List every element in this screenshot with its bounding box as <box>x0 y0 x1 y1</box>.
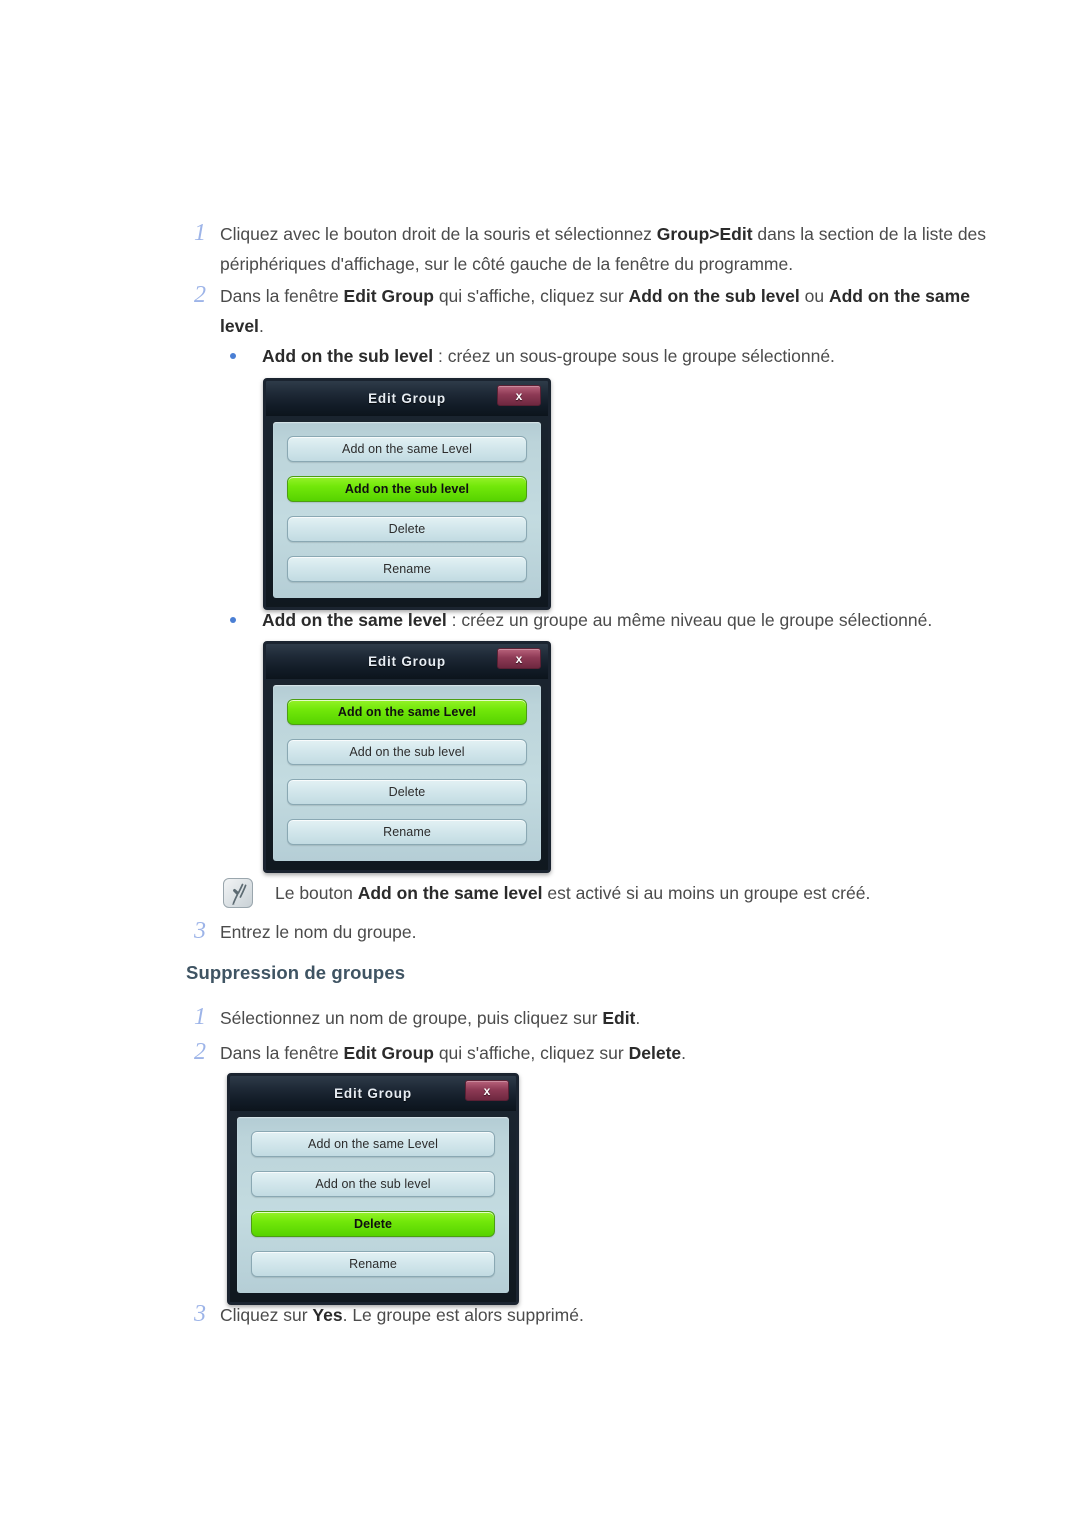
close-label: x <box>515 651 523 666</box>
button-add-on-same-level[interactable]: Add on the same Level <box>287 699 527 725</box>
bullet-add-same-level: Add on the same level : créez un groupe … <box>222 605 1052 635</box>
dialog-panel: Add on the same Level Add on the sub lev… <box>237 1117 509 1293</box>
dialog-body: Add on the same Level Add on the sub lev… <box>266 679 548 870</box>
close-label: x <box>515 388 523 403</box>
button-rename[interactable]: Rename <box>251 1251 495 1277</box>
dialog-panel: Add on the same Level Add on the sub lev… <box>273 685 541 861</box>
step-number: 2 <box>194 282 206 308</box>
button-label: Delete <box>388 522 426 536</box>
step-text: Entrez le nom du groupe. <box>220 922 417 942</box>
close-label: x <box>483 1083 491 1098</box>
button-label: Rename <box>349 1257 397 1271</box>
step-number: 2 <box>194 1039 206 1065</box>
edit-group-dialog-3[interactable]: Edit Group x Add on the same Level Add o… <box>227 1073 519 1305</box>
note-text: Le bouton Add on the same level est acti… <box>275 883 871 903</box>
button-label: Delete <box>388 785 426 799</box>
step-2: 2 Dans la fenêtre Edit Group qui s'affic… <box>186 281 996 341</box>
close-icon[interactable]: x <box>465 1080 509 1101</box>
note-pencil-icon <box>223 878 253 908</box>
step-number: 3 <box>194 1301 206 1327</box>
bullet-text: Add on the sub level : créez un sous-gro… <box>262 346 835 366</box>
button-delete[interactable]: Delete <box>251 1211 495 1237</box>
step-number: 1 <box>194 220 206 246</box>
button-label: Add on the sub level <box>315 1177 431 1191</box>
section-heading: Suppression de groupes <box>186 962 406 983</box>
delete-step-1: 1 Sélectionnez un nom de groupe, puis cl… <box>186 1003 886 1033</box>
step-number: 1 <box>194 1004 206 1030</box>
button-label: Add on the same Level <box>342 442 472 456</box>
document-page: 1 Cliquez avec le bouton droit de la sou… <box>0 0 1080 1527</box>
step-3: 3 Entrez le nom du groupe. <box>186 917 886 947</box>
step-text: Cliquez avec le bouton droit de la souri… <box>220 224 987 274</box>
delete-step-3: 3 Cliquez sur Yes. Le groupe est alors s… <box>186 1300 886 1330</box>
bullet-dot-icon <box>222 605 262 635</box>
step-1: 1 Cliquez avec le bouton droit de la sou… <box>186 219 1016 279</box>
edit-group-dialog-2[interactable]: Edit Group x Add on the same Level Add o… <box>263 641 551 873</box>
button-add-on-same-level[interactable]: Add on the same Level <box>287 436 527 462</box>
step-text: Dans la fenêtre Edit Group qui s'affiche… <box>220 286 970 336</box>
dialog-title: Edit Group <box>368 654 446 669</box>
button-label: Add on the sub level <box>344 482 470 496</box>
note-callout: Le bouton Add on the same level est acti… <box>223 878 923 908</box>
button-add-on-sub-level[interactable]: Add on the sub level <box>287 739 527 765</box>
bullet-text: Add on the same level : créez un groupe … <box>262 610 933 630</box>
button-rename[interactable]: Rename <box>287 819 527 845</box>
dialog-body: Add on the same Level Add on the sub lev… <box>230 1111 516 1302</box>
button-label: Rename <box>383 562 431 576</box>
step-text: Sélectionnez un nom de groupe, puis cliq… <box>220 1008 641 1028</box>
step-text: Dans la fenêtre Edit Group qui s'affiche… <box>220 1043 687 1063</box>
delete-step-2: 2 Dans la fenêtre Edit Group qui s'affic… <box>186 1038 886 1068</box>
step-number: 3 <box>194 918 206 944</box>
bullet-add-sub-level: Add on the sub level : créez un sous-gro… <box>222 341 1022 371</box>
button-label: Delete <box>353 1217 393 1231</box>
dialog-panel: Add on the same Level Add on the sub lev… <box>273 422 541 598</box>
button-label: Add on the same Level <box>337 705 477 719</box>
close-icon[interactable]: x <box>497 385 541 406</box>
close-icon[interactable]: x <box>497 648 541 669</box>
button-delete[interactable]: Delete <box>287 516 527 542</box>
button-add-on-sub-level[interactable]: Add on the sub level <box>287 476 527 502</box>
bullet-dot-icon <box>222 341 262 371</box>
button-label: Rename <box>383 825 431 839</box>
dialog-titlebar: Edit Group x <box>230 1076 516 1111</box>
button-label: Add on the sub level <box>349 745 465 759</box>
button-rename[interactable]: Rename <box>287 556 527 582</box>
edit-group-dialog-1[interactable]: Edit Group x Add on the same Level Add o… <box>263 378 551 610</box>
button-delete[interactable]: Delete <box>287 779 527 805</box>
dialog-titlebar: Edit Group x <box>266 381 548 416</box>
button-label: Add on the same Level <box>308 1137 438 1151</box>
button-add-on-same-level[interactable]: Add on the same Level <box>251 1131 495 1157</box>
dialog-title: Edit Group <box>368 391 446 406</box>
dialog-body: Add on the same Level Add on the sub lev… <box>266 416 548 607</box>
dialog-titlebar: Edit Group x <box>266 644 548 679</box>
step-text: Cliquez sur Yes. Le groupe est alors sup… <box>220 1305 584 1325</box>
button-add-on-sub-level[interactable]: Add on the sub level <box>251 1171 495 1197</box>
dialog-title: Edit Group <box>334 1086 412 1101</box>
